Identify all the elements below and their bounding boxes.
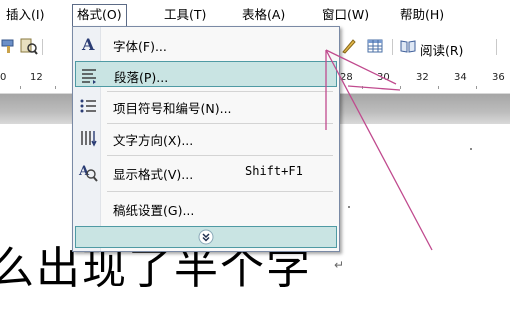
menu-item-shortcut: Shift+F1 — [245, 164, 303, 178]
menu-item-label: 段落(P)... — [114, 70, 169, 85]
menu-expand-button[interactable] — [75, 226, 337, 248]
menu-item-label: 稿纸设置(G)... — [113, 203, 195, 218]
ruler-tick-label: 12 — [30, 72, 43, 83]
menu-window[interactable]: 窗口(W) — [318, 5, 373, 25]
menu-item-paragraph[interactable]: 段落(P)... — [75, 61, 337, 87]
research-icon[interactable] — [20, 37, 38, 55]
menu-item-font[interactable]: A 字体(F)... — [75, 31, 337, 57]
ruler-tick-mark — [55, 86, 56, 89]
format-painter-icon[interactable] — [0, 37, 18, 55]
ruler-tick-mark — [400, 86, 401, 89]
menu-table[interactable]: 表格(A) — [238, 5, 289, 25]
menu-tools[interactable]: 工具(T) — [160, 5, 210, 25]
menu-item-label: 项目符号和编号(N)... — [113, 101, 232, 116]
ruler-tick-label: 32 — [416, 72, 429, 83]
ruler-tick-label: 30 — [377, 72, 390, 83]
menu-item-bullets-numbering[interactable]: 项目符号和编号(N)... — [75, 93, 337, 119]
ruler-tick-label: 34 — [454, 72, 467, 83]
menu-item-manuscript-settings[interactable]: 稿纸设置(G)... — [75, 195, 337, 221]
ruler-tick-mark — [476, 86, 477, 89]
menu-insert[interactable]: 插入(I) — [2, 5, 48, 25]
menu-separator — [107, 191, 333, 192]
format-menu: A 字体(F)... 段落(P)... 项目符号和编号(N)... 文字方向(X… — [72, 26, 340, 252]
font-a-icon: A — [81, 35, 95, 54]
menu-item-reveal-formatting[interactable]: A 显示格式(V)... Shift+F1 — [75, 159, 337, 185]
ruler-tick-mark — [362, 86, 363, 89]
bullets-icon — [80, 99, 96, 113]
menu-item-label: 字体(F)... — [113, 39, 167, 54]
toolbar-separator — [392, 39, 393, 55]
ruler-tick-label: 36 — [492, 72, 505, 83]
read-mode-button[interactable]: 阅读(R) — [420, 40, 463, 59]
paragraph-icon — [82, 69, 96, 84]
page-dot — [348, 206, 350, 208]
menu-item-label: 显示格式(V)... — [113, 167, 194, 182]
menu-separator — [107, 155, 333, 156]
toolbar-separator — [496, 39, 497, 55]
page-dot — [470, 148, 472, 150]
menu-separator — [107, 123, 333, 124]
paragraph-mark: ↵ — [334, 258, 345, 272]
double-chevron-down-icon — [198, 229, 214, 245]
text-direction-icon — [81, 131, 97, 147]
reveal-formatting-icon: A — [78, 164, 98, 182]
svg-text:A: A — [81, 35, 95, 54]
menu-item-text-direction[interactable]: 文字方向(X)... — [75, 125, 337, 151]
insert-table-icon[interactable] — [366, 37, 384, 55]
menu-help[interactable]: 帮助(H) — [396, 5, 448, 25]
ruler-tick-label: 0 — [0, 72, 7, 83]
menu-item-label: 文字方向(X)... — [113, 133, 194, 148]
ruler-tick-mark — [20, 86, 21, 89]
read-mode-icon[interactable] — [400, 39, 416, 53]
ruler-tick-label: 28 — [340, 72, 353, 83]
ruler-tick-mark — [438, 86, 439, 89]
drawing-icon[interactable] — [340, 37, 358, 55]
toolbar-separator — [42, 39, 43, 55]
menu-separator — [107, 91, 333, 92]
